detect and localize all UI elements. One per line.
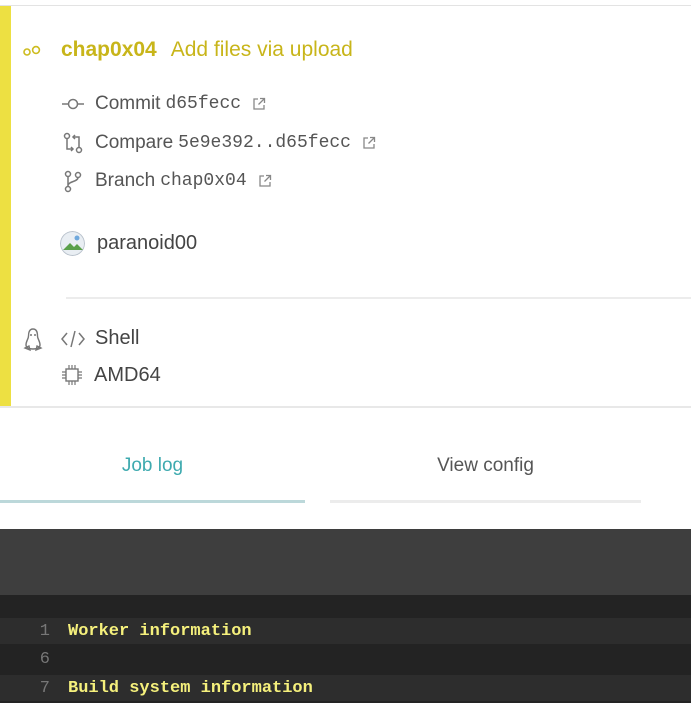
branch-value[interactable]: chap0x04: [160, 171, 246, 191]
log-line-number[interactable]: 6: [0, 650, 68, 669]
language-row: Shell: [60, 327, 139, 350]
log-line[interactable]: 1 Worker information: [0, 618, 691, 644]
cpu-icon: [62, 365, 82, 385]
tab-job-log-underline: [0, 500, 305, 503]
external-link-icon[interactable]: [362, 136, 376, 150]
branch-label: Branch: [95, 170, 156, 191]
card-bottom-border: [0, 406, 691, 408]
log-toolbar: [0, 529, 691, 595]
commit-icon: [62, 98, 84, 110]
section-divider: [66, 297, 691, 299]
external-link-icon[interactable]: [252, 97, 266, 111]
commit-row: Commit d65fecc: [61, 92, 266, 116]
branch-icon: [64, 170, 82, 193]
commit-label: Commit: [95, 93, 161, 114]
tab-view-config-underline: [330, 500, 641, 503]
branch-row: Branch chap0x04: [61, 169, 272, 193]
build-summary-card: chap0x04 Add files via upload Commit d65f…: [0, 6, 691, 406]
commit-message: Add files via upload: [170, 38, 353, 61]
build-status-icon: [22, 44, 42, 62]
compare-icon: [63, 132, 83, 154]
compare-row: Compare 5e9e392..d65fecc: [61, 131, 376, 155]
avatar: [60, 231, 85, 256]
commit-sha[interactable]: d65fecc: [165, 94, 241, 114]
code-icon: [61, 330, 85, 347]
author-name: paranoid00: [97, 232, 198, 254]
external-link-icon[interactable]: [258, 174, 272, 188]
linux-icon: [23, 328, 43, 357]
compare-label: Compare: [95, 132, 174, 153]
branch-link[interactable]: chap0x04: [61, 38, 157, 61]
tab-job-log[interactable]: Job log: [0, 455, 305, 477]
log-line-text: Worker information: [68, 621, 252, 641]
log-line[interactable]: 6: [0, 646, 691, 672]
log-line-number[interactable]: 7: [0, 679, 68, 698]
log-line-number[interactable]: 1: [0, 622, 68, 641]
log-line-text: Build system information: [68, 678, 313, 698]
compare-range[interactable]: 5e9e392..d65fecc: [178, 133, 351, 153]
arch-label: AMD64: [94, 363, 161, 386]
build-title: chap0x04 Add files via upload: [61, 38, 353, 62]
log-line[interactable]: 7 Build system information: [0, 675, 691, 701]
language-label: Shell: [95, 327, 140, 349]
job-log: 1 Worker information 6 7 Build system in…: [0, 595, 691, 703]
tab-view-config[interactable]: View config: [330, 455, 641, 477]
status-stripe: [0, 6, 11, 406]
arch-row: AMD64: [60, 363, 161, 387]
